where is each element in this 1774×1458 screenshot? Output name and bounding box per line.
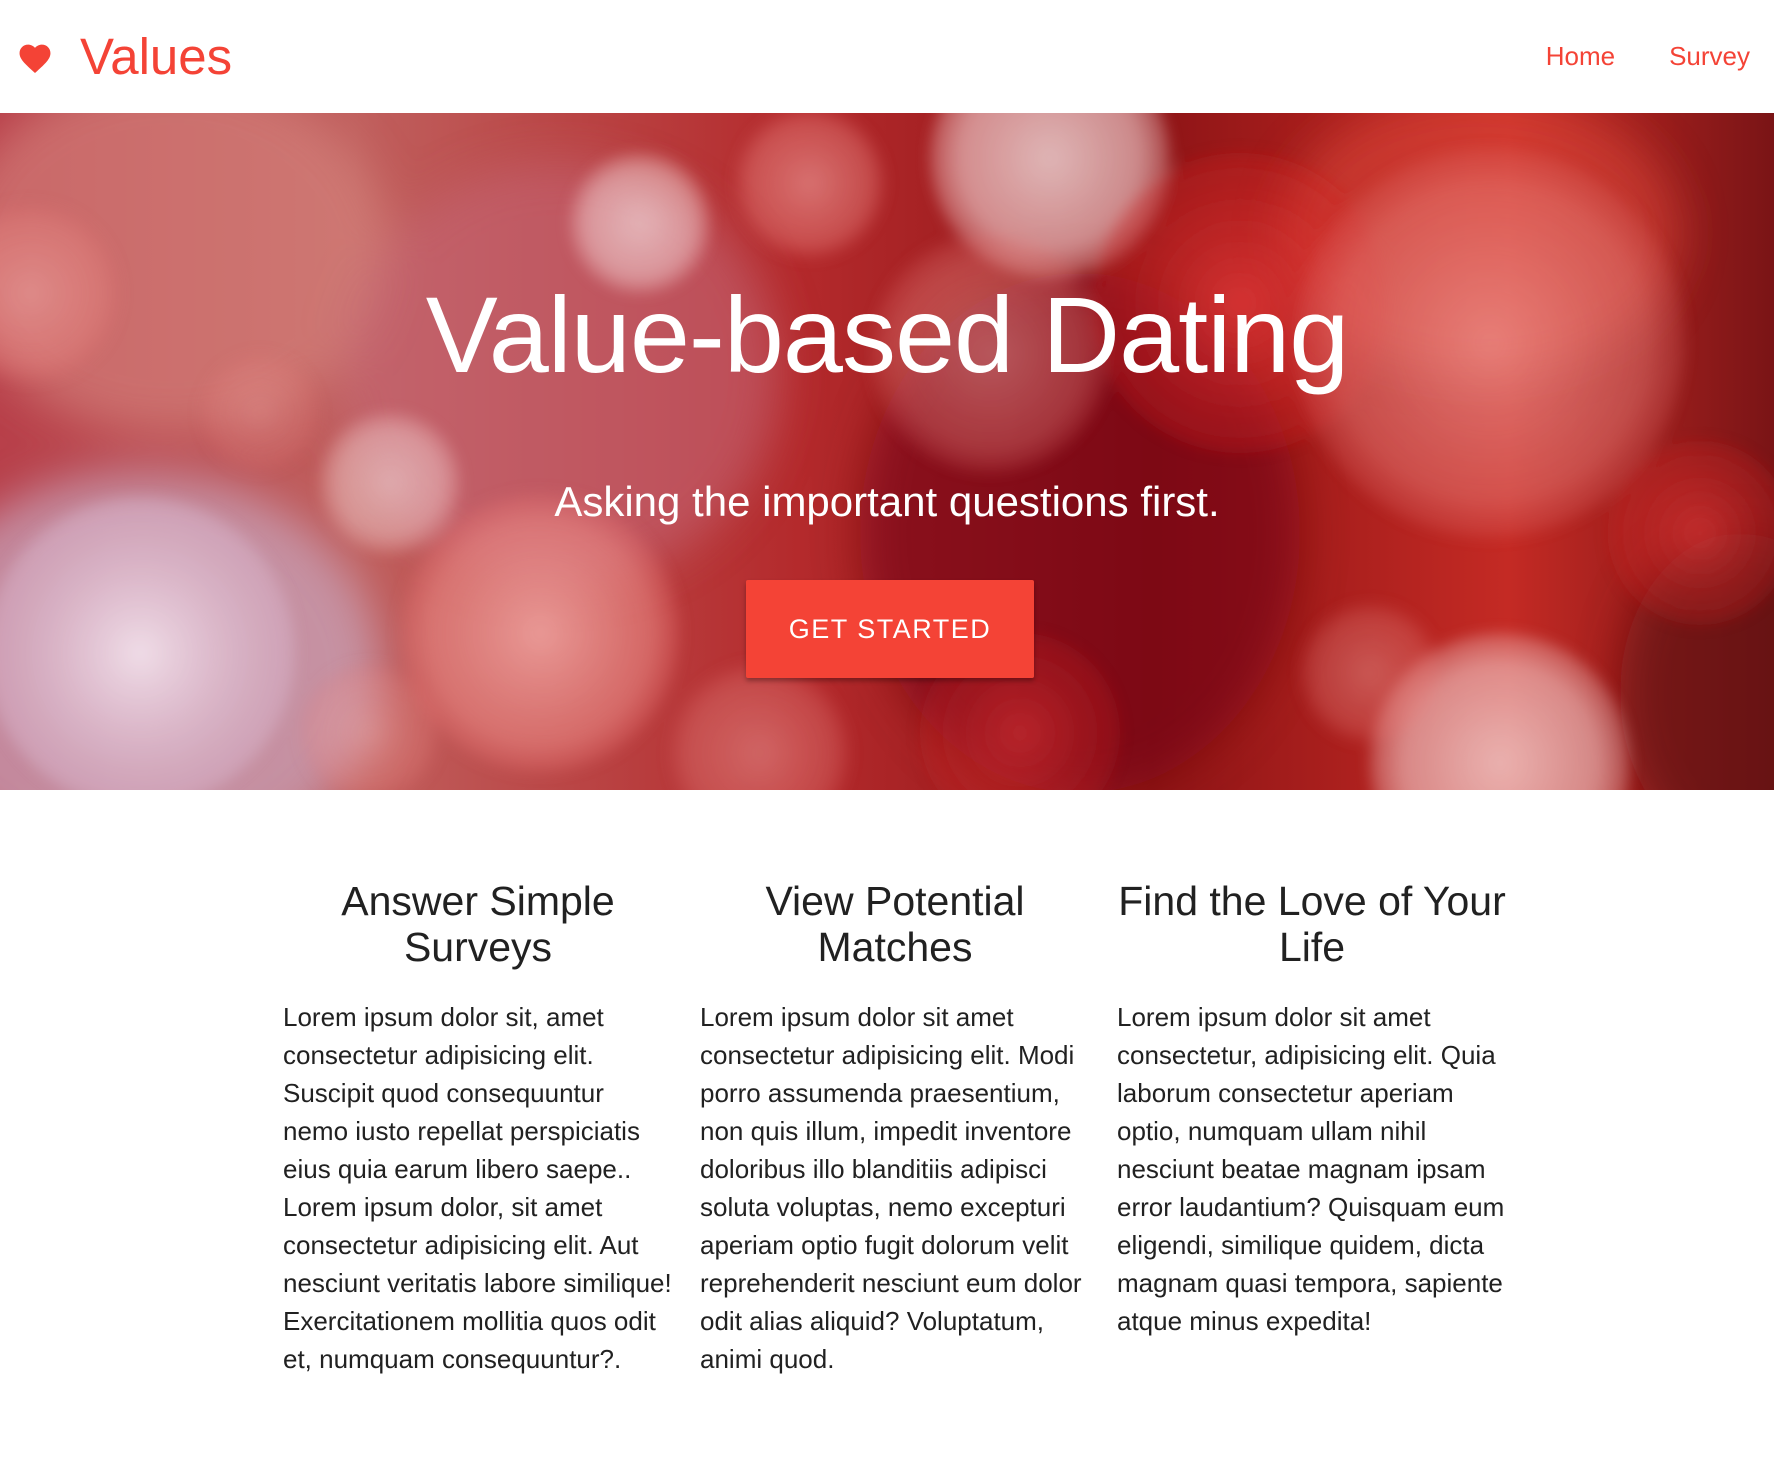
get-started-button[interactable]: GET STARTED (746, 580, 1034, 678)
nav-links: Home Survey (1546, 41, 1750, 72)
feature-body: Lorem ipsum dolor sit amet consectetur a… (700, 1002, 1082, 1374)
feature-column-matches: View Potential Matches Lorem ipsum dolor… (700, 878, 1090, 1378)
feature-title: Find the Love of Your Life (1118, 878, 1506, 970)
nav-link-survey[interactable]: Survey (1669, 41, 1750, 72)
brand-logo-link[interactable]: Values (16, 31, 232, 82)
nav-link-home[interactable]: Home (1546, 41, 1615, 72)
features-section: Answer Simple Surveys Lorem ipsum dolor … (0, 790, 1774, 1458)
hero-content: Value-based Dating Asking the important … (0, 113, 1774, 790)
feature-title: View Potential Matches (765, 878, 1025, 970)
feature-title: Answer Simple Surveys (341, 878, 615, 970)
feature-body: Lorem ipsum dolor sit amet consectetur, … (1117, 1002, 1505, 1336)
feature-column-love: Find the Love of Your Life Lorem ipsum d… (1117, 878, 1507, 1340)
hero-title: Value-based Dating (425, 274, 1350, 395)
feature-column-surveys: Answer Simple Surveys Lorem ipsum dolor … (283, 878, 673, 1378)
brand-name: Values (80, 28, 233, 85)
hero-subtitle: Asking the important questions first. (554, 478, 1220, 525)
feature-body: Lorem ipsum dolor sit, amet consectetur … (283, 1002, 672, 1374)
navbar: Values Home Survey (0, 0, 1774, 113)
heart-icon (19, 44, 51, 73)
hero-banner: Value-based Dating Asking the important … (0, 113, 1774, 790)
